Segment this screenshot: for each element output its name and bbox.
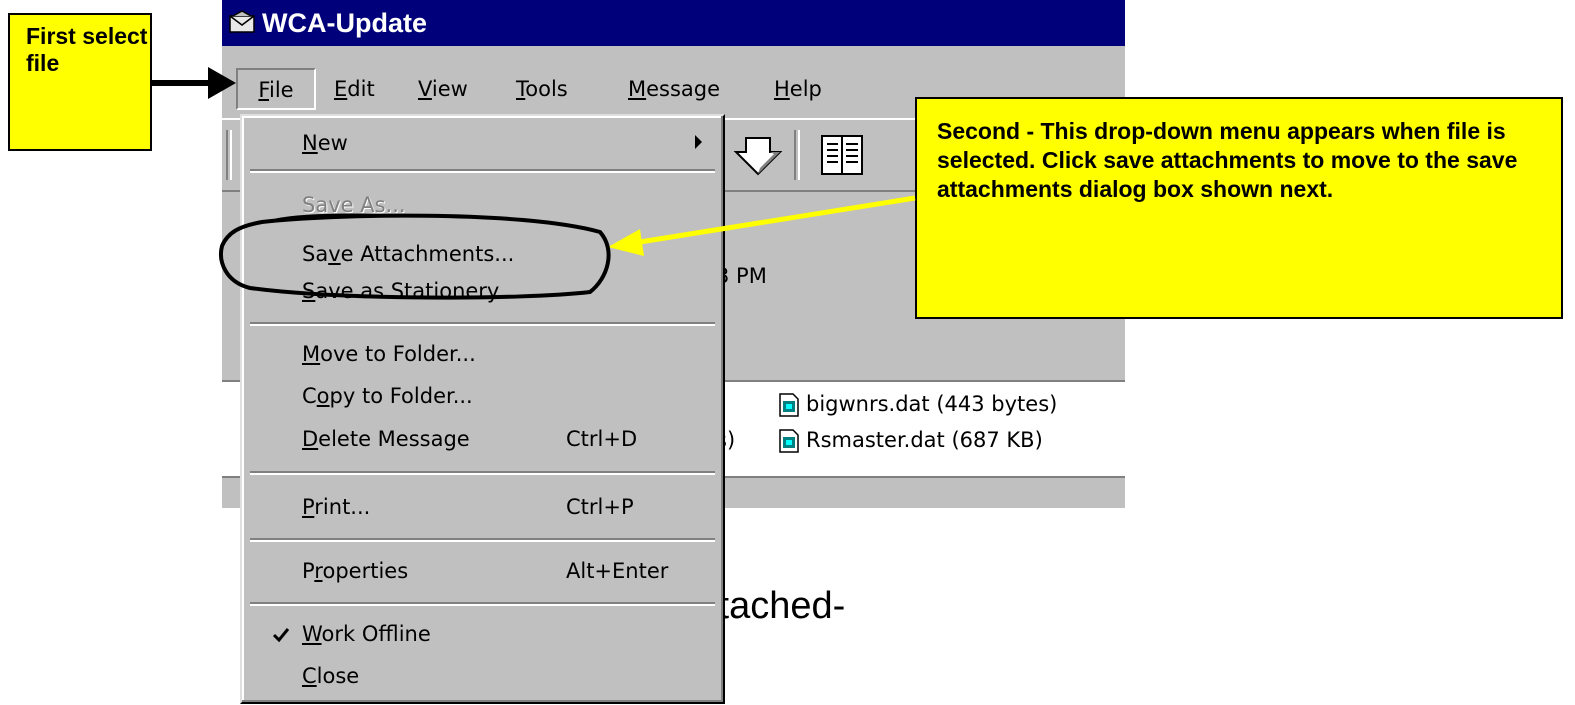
menu-separator [250,471,715,475]
menu-edit[interactable]: Edit [334,72,375,106]
menu-separator [250,538,715,542]
shortcut-delete: Ctrl+D [566,427,638,451]
menu-item-copy-to-folder[interactable]: Copy to Folder... [302,381,473,411]
toolbar-grip [226,130,232,180]
toolbar-separator [794,130,800,180]
attachment-rsmaster[interactable]: Rsmaster.dat (687 KB) [778,428,1043,453]
menu-file[interactable]: File [236,68,316,110]
dat-file-icon [779,393,799,417]
callout-first-select-file: First select file [8,13,152,151]
menu-message[interactable]: Message [628,72,720,106]
submenu-arrow-icon [695,135,702,149]
document-text-fragment: ttached- [708,585,846,627]
address-book-icon[interactable] [814,128,870,182]
checkmark-icon [272,628,290,643]
menu-view[interactable]: View [418,72,468,106]
menu-tools[interactable]: Tools [516,72,568,106]
attachment-label: Rsmaster.dat (687 KB) [806,428,1043,452]
menu-item-close[interactable]: Close [302,661,359,691]
menu-separator [250,322,715,326]
menu-separator [250,602,715,606]
title-bar[interactable]: WCA-Update [222,0,1125,46]
file-menu-dropdown: New Save As... Save Attachments... Save … [240,114,725,704]
callout-second-dropdown: Second - This drop-down menu appears whe… [915,97,1563,319]
menu-item-new[interactable]: New [302,128,348,158]
window-title: WCA-Update [262,8,427,38]
menu-item-print[interactable]: Print... [302,492,370,522]
menu-item-work-offline[interactable]: Work Offline [302,619,431,649]
menu-item-save-attachments[interactable]: Save Attachments... [302,239,514,269]
down-arrow-icon[interactable] [730,128,786,182]
menu-separator [250,169,715,173]
attachment-bigwnrs[interactable]: bigwnrs.dat (443 bytes) [778,392,1057,417]
menu-item-save-as[interactable]: Save As... [302,190,406,220]
menu-item-move-to-folder[interactable]: Move to Folder... [302,339,476,369]
menu-help[interactable]: Help [774,72,822,106]
shortcut-print: Ctrl+P [566,495,634,519]
dat-file-icon [779,429,799,453]
attachment-label: bigwnrs.dat (443 bytes) [806,392,1058,416]
envelope-icon [229,10,255,33]
shortcut-properties: Alt+Enter [566,559,669,583]
menu-item-save-as-stationery[interactable]: Save as Stationery... [302,276,516,306]
menu-item-properties[interactable]: Properties [302,556,408,586]
menu-item-delete-message[interactable]: Delete Message [302,424,470,454]
